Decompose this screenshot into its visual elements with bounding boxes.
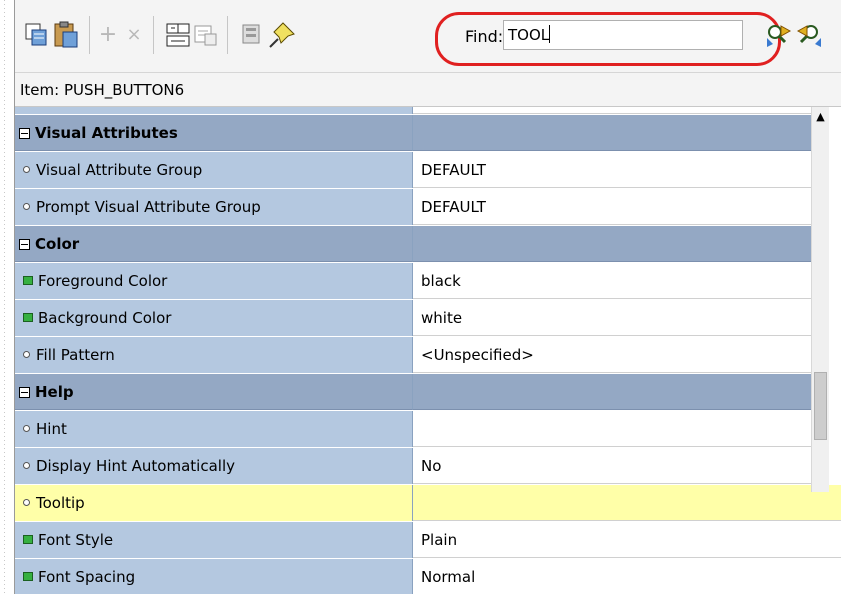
freeze-pin-icon[interactable] [267,20,297,50]
property-name: Visual Attribute Group [15,152,413,188]
copy-properties-icon[interactable] [21,20,51,50]
property-row[interactable]: Display Hint Automatically No [15,448,841,485]
add-icon[interactable]: + [97,20,119,50]
group-title: Visual Attributes [35,124,178,142]
scroll-up-arrow-icon[interactable]: ▲ [812,107,829,127]
property-row[interactable]: Font Spacing Normal [15,559,841,594]
property-name: Font Spacing [15,559,413,594]
property-name: Foreground Color [15,263,413,299]
property-marker-icon [23,166,30,173]
property-value[interactable]: black [413,263,811,299]
changed-property-icon [23,276,33,285]
property-name: Prompt Visual Attribute Group [15,189,413,225]
toolbar-separator [153,16,154,54]
property-palette: + × Find: TOOL Item: PUSH_BUTTON6 Visual… [14,0,841,594]
property-grid: Visual Attributes Visual Attribute Group… [15,107,841,594]
collapse-icon[interactable] [19,128,30,139]
scroll-thumb[interactable] [814,372,827,440]
toolbar: + × Find: TOOL [15,0,841,73]
property-value[interactable]: Normal [413,559,841,594]
find-input[interactable]: TOOL [503,20,743,50]
property-row-selected[interactable]: Tooltip [15,485,841,522]
property-name: Background Color [15,300,413,336]
window-left-edge [0,0,14,594]
collapse-icon[interactable] [19,239,30,250]
group-title: Color [35,235,80,253]
find-input-value: TOOL [508,26,550,44]
property-value[interactable] [413,411,811,447]
property-name: Display Hint Automatically [15,448,413,484]
toolbar-separator [89,16,90,54]
group-value [413,226,811,262]
group-label: Color [15,226,413,262]
property-row[interactable]: Font Style Plain [15,522,841,559]
vertical-scrollbar[interactable]: ▲ [811,107,829,492]
partial-row-name [15,107,413,114]
group-label: Visual Attributes [15,115,413,151]
changed-property-icon [23,572,33,581]
property-name: Font Style [15,522,413,558]
property-marker-icon [23,425,30,432]
property-value[interactable]: <Unspecified> [413,337,811,373]
paste-properties-icon[interactable] [51,20,81,50]
property-row[interactable]: Hint [15,411,841,448]
find-next-icon[interactable] [763,20,793,50]
property-name: Tooltip [15,485,413,521]
text-caret [549,25,551,43]
group-label: Help [15,374,413,410]
group-value [413,374,811,410]
property-value[interactable]: No [413,448,811,484]
property-value[interactable]: Plain [413,522,841,558]
partial-row [15,107,841,115]
property-row[interactable]: Fill Pattern <Unspecified> [15,337,841,374]
property-marker-icon [23,351,30,358]
property-value[interactable]: DEFAULT [413,189,811,225]
property-marker-icon [23,499,30,506]
toolbar-separator [227,16,228,54]
group-visual-attributes[interactable]: Visual Attributes [15,115,841,152]
property-row[interactable]: Visual Attribute Group DEFAULT [15,152,841,189]
property-row[interactable]: Prompt Visual Attribute Group DEFAULT [15,189,841,226]
property-row[interactable]: Background Color white [15,300,841,337]
find-label: Find: [465,27,504,46]
property-marker-icon [23,462,30,469]
find-previous-icon[interactable] [795,20,825,50]
collapse-icon[interactable] [19,387,30,398]
union-icon[interactable] [163,20,193,50]
property-name: Fill Pattern [15,337,413,373]
inherit-icon[interactable] [237,20,267,50]
property-name: Hint [15,411,413,447]
property-row[interactable]: Foreground Color black [15,263,841,300]
delete-icon[interactable]: × [123,20,145,50]
group-title: Help [35,383,74,401]
property-value[interactable]: DEFAULT [413,152,811,188]
property-marker-icon [23,203,30,210]
property-value[interactable] [413,485,841,521]
group-color[interactable]: Color [15,226,841,263]
group-help[interactable]: Help [15,374,841,411]
partial-row-value [413,107,811,114]
item-label-bar: Item: PUSH_BUTTON6 [15,73,841,107]
group-value [413,115,811,151]
changed-property-icon [23,535,33,544]
intersection-icon[interactable] [191,20,221,50]
changed-property-icon [23,313,33,322]
property-value[interactable]: white [413,300,811,336]
